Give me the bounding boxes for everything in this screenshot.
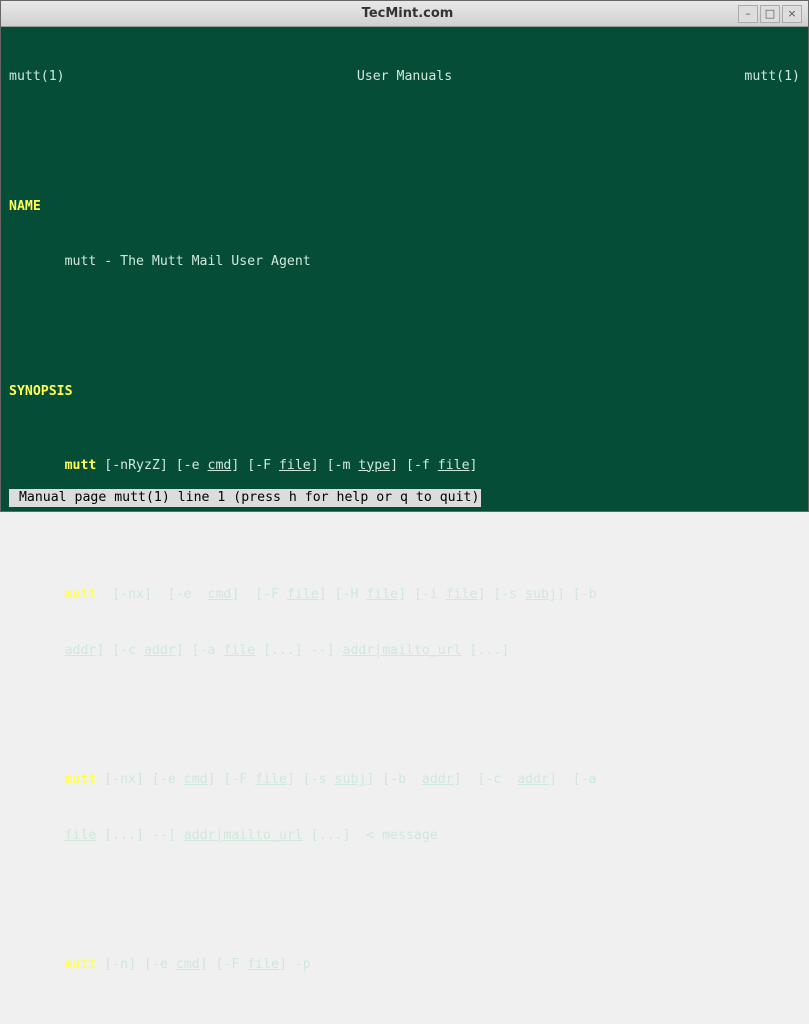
- blank-line: [9, 1012, 800, 1024]
- window-titlebar: TecMint.com – □ ×: [1, 1, 808, 27]
- blank-line: [9, 882, 800, 901]
- pager-statusbar: Manual page mutt(1) line 1 (press h for …: [9, 489, 481, 508]
- name-text: mutt - The Mutt Mail User Agent: [9, 253, 800, 272]
- command-name: mutt: [65, 458, 97, 473]
- terminal-viewport[interactable]: mutt(1) User Manuals mutt(1) NAME mutt -…: [1, 27, 808, 511]
- blank-line: [9, 697, 800, 716]
- section-name: NAME: [9, 198, 800, 217]
- maximize-button[interactable]: □: [760, 5, 780, 23]
- synopsis-line: mutt [-nx] [-e cmd] [-F file] [-H file] …: [9, 586, 800, 605]
- synopsis-line: addr] [-c addr] [-a file [...] --] addr|…: [9, 642, 800, 661]
- header-right: mutt(1): [744, 68, 800, 87]
- blank-line: [9, 309, 800, 328]
- window-title: TecMint.com: [77, 6, 738, 21]
- header-left: mutt(1): [9, 68, 65, 87]
- command-name: mutt: [65, 587, 97, 602]
- synopsis-line: mutt [-n] [-e cmd] [-F file] -p: [9, 956, 800, 975]
- minimize-button[interactable]: –: [738, 5, 758, 23]
- section-synopsis: SYNOPSIS: [9, 383, 800, 402]
- synopsis-line: mutt [-nRyzZ] [-e cmd] [-F file] [-m typ…: [9, 457, 800, 476]
- manpage-header: mutt(1) User Manuals mutt(1): [9, 68, 800, 87]
- window-controls: – □ ×: [738, 5, 802, 23]
- command-name: mutt: [65, 772, 97, 787]
- synopsis-line: file [...] --] addr|mailto_url [...] < m…: [9, 827, 800, 846]
- blank-line: [9, 124, 800, 143]
- blank-line: [9, 512, 800, 531]
- close-button[interactable]: ×: [782, 5, 802, 23]
- command-name: mutt: [65, 957, 97, 972]
- header-center: User Manuals: [357, 68, 452, 87]
- synopsis-line: mutt [-nx] [-e cmd] [-F file] [-s subj] …: [9, 771, 800, 790]
